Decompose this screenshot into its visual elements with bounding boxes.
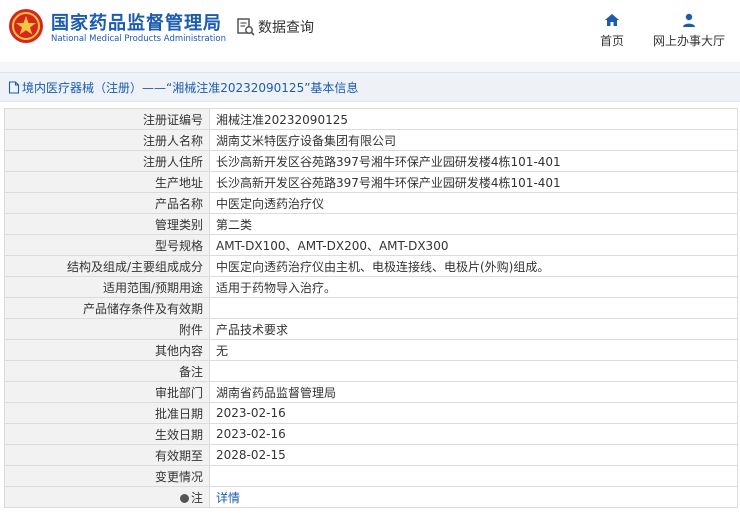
table-row: 有效期至 2028-02-15 <box>4 444 738 466</box>
note-label: 注 <box>190 490 203 505</box>
field-label: 产品储存条件及有效期 <box>4 297 210 319</box>
field-label: 注册人名称 <box>4 129 210 151</box>
table-row: 备注 <box>4 360 738 382</box>
note-row: 注 详情 <box>4 486 738 508</box>
field-value: 无 <box>209 339 738 361</box>
field-value: 2023-02-16 <box>209 423 738 445</box>
field-label: 生效日期 <box>4 423 210 445</box>
field-value: 中医定向透药治疗仪由主机、电极连接线、电极片(外购)组成。 <box>209 255 738 277</box>
table-row: 管理类别 第二类 <box>4 213 738 235</box>
table-row: 其他内容无 <box>4 339 738 361</box>
document-icon <box>8 80 20 94</box>
note-label-cell: 注 <box>4 486 210 508</box>
field-label: 适用范围/预期用途 <box>4 276 210 298</box>
nav-home[interactable]: 首页 <box>596 12 628 49</box>
field-value: 产品技术要求 <box>209 318 738 340</box>
note-bullet-icon <box>179 493 189 503</box>
field-label: 有效期至 <box>4 444 210 466</box>
person-icon <box>683 13 695 27</box>
table-row: 附件 产品技术要求 <box>4 318 738 340</box>
field-value: 中医定向透药治疗仪 <box>209 192 738 214</box>
field-label: 生产地址 <box>4 171 210 193</box>
field-value: 长沙高新开发区谷苑路397号湘牛环保产业园研发楼4栋101-401 <box>209 150 738 172</box>
table-row: 生效日期 2023-02-16 <box>4 423 738 445</box>
field-label: 管理类别 <box>4 213 210 235</box>
details-link[interactable]: 详情 <box>209 486 738 508</box>
header-divider <box>0 62 740 72</box>
field-value: 2028-02-15 <box>209 444 738 466</box>
nav-online-service-hall[interactable]: 网上办事大厅 <box>650 12 728 49</box>
table-row: 批准日期 2023-02-16 <box>4 402 738 424</box>
field-label: 其他内容 <box>4 339 210 361</box>
field-label: 注册人住所 <box>4 150 210 172</box>
nav-home-label: 首页 <box>599 34 624 48</box>
table-row: 注册人名称 湖南艾米特医疗设备集团有限公司 <box>4 129 738 151</box>
table-row: 结构及组成/主要组成成分 中医定向透药治疗仪由主机、电极连接线、电极片(外购)组成… <box>4 255 738 277</box>
field-label: 型号规格 <box>4 234 210 256</box>
data-query-label: 数据查询 <box>258 20 314 36</box>
table-row: 注册证编号 湘械注准20232090125 <box>4 108 738 130</box>
home-icon <box>605 14 619 26</box>
field-label: 结构及组成/主要组成成分 <box>4 255 210 277</box>
document-search-icon <box>237 18 255 36</box>
table-row: 型号规格 AMT-DX100、AMT-DX200、AMT-DX300 <box>4 234 738 256</box>
nav-online-service-hall-label: 网上办事大厅 <box>652 34 725 48</box>
detail-table: 注册证编号 湘械注准20232090125 注册人名称 湖南艾米特医疗设备集团有限公… <box>4 108 738 508</box>
field-value <box>209 297 738 319</box>
field-value: 长沙高新开发区谷苑路397号湘牛环保产业园研发楼4栋101-401 <box>209 171 738 193</box>
data-query-link[interactable]: 数据查询 <box>236 16 314 38</box>
table-row: 生产地址 长沙高新开发区谷苑路397号湘牛环保产业园研发楼4栋101-401 <box>4 171 738 193</box>
field-value: 湖南艾米特医疗设备集团有限公司 <box>209 129 738 151</box>
field-value: 第二类 <box>209 213 738 235</box>
field-label: 附件 <box>4 318 210 340</box>
table-row: 产品名称 中医定向透药治疗仪 <box>4 192 738 214</box>
field-label: 产品名称 <box>4 192 210 214</box>
field-value <box>209 465 738 487</box>
breadcrumb: 境内医疗器械（注册）——“湘械注准20232090125”基本信息 <box>0 72 740 102</box>
field-value <box>209 360 738 382</box>
table-row: 产品储存条件及有效期 <box>4 297 738 319</box>
field-value: 湘械注准20232090125 <box>209 108 738 130</box>
field-label: 批准日期 <box>4 402 210 424</box>
brand-title[interactable]: 国家药品监督管理局 <box>51 9 222 35</box>
brand-subtitle[interactable]: National Medical Products Administration <box>51 34 226 44</box>
table-row: 注册人住所 长沙高新开发区谷苑路397号湘牛环保产业园研发楼4栋101-401 <box>4 150 738 172</box>
field-label: 变更情况 <box>4 465 210 487</box>
nmpa-emblem-icon[interactable] <box>8 8 44 44</box>
field-value: 适用于药物导入治疗。 <box>209 276 738 298</box>
table-row: 审批部门 湖南省药品监督管理局 <box>4 381 738 403</box>
field-value: 2023-02-16 <box>209 402 738 424</box>
field-value: 湖南省药品监督管理局 <box>209 381 738 403</box>
field-label: 审批部门 <box>4 381 210 403</box>
field-value: AMT-DX100、AMT-DX200、AMT-DX300 <box>209 234 738 256</box>
table-row: 适用范围/预期用途 适用于药物导入治疗。 <box>4 276 738 298</box>
breadcrumb-text: 境内医疗器械（注册）——“湘械注准20232090125”基本信息 <box>22 80 359 95</box>
field-label: 备注 <box>4 360 210 382</box>
site-header: 国家药品监督管理局 National Medical Products Admi… <box>0 0 740 62</box>
table-row: 变更情况 <box>4 465 738 487</box>
field-label: 注册证编号 <box>4 108 210 130</box>
